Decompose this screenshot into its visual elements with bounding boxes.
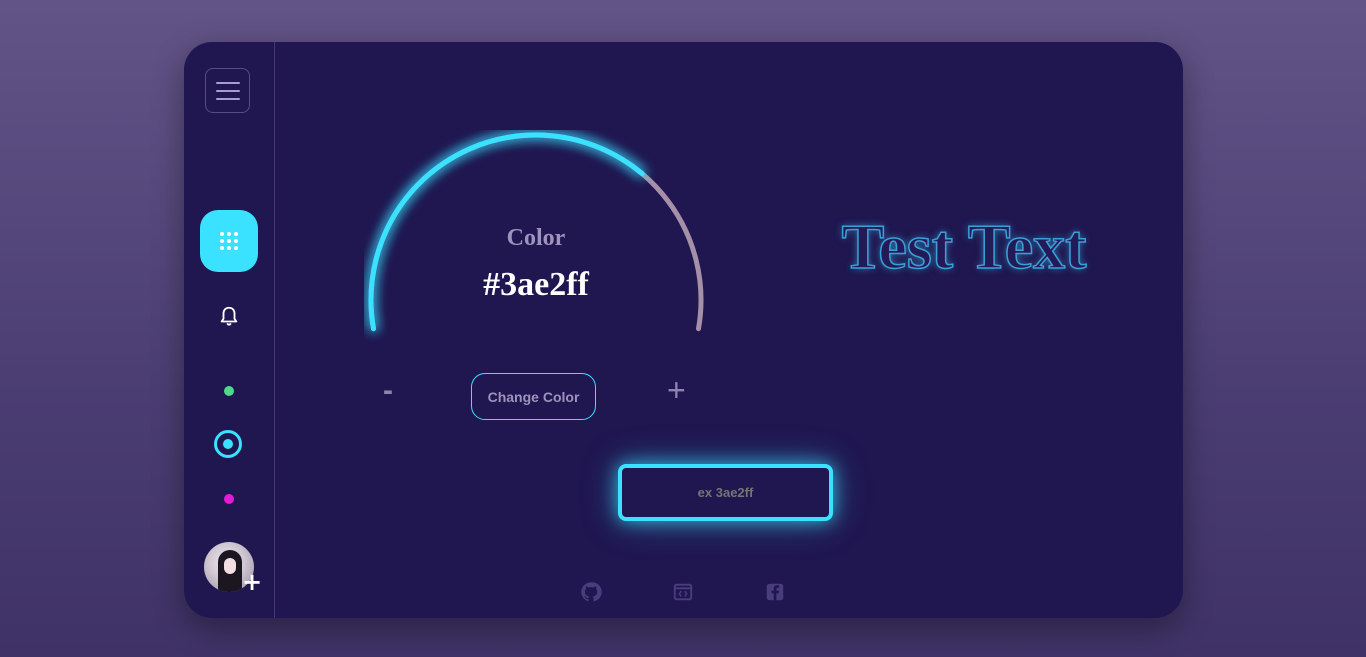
menu-icon-bar [215,89,240,92]
main-card: + Color #3ae2ff - + Change Color Test Te… [184,42,1183,618]
gauge-value: #3ae2ff [483,266,589,303]
add-account-icon[interactable]: + [242,570,262,594]
avatar-face [224,558,236,574]
github-icon[interactable] [580,581,602,603]
bell-icon[interactable] [218,305,240,327]
sidebar: + [184,42,275,618]
color-hex-input[interactable] [618,464,833,521]
menu-icon-bar [215,81,240,84]
facebook-icon[interactable] [764,581,786,603]
ring-dot-icon[interactable] [214,430,242,458]
apps-button[interactable] [200,210,258,272]
green-dot-icon[interactable] [224,386,234,396]
decrease-button[interactable]: - [383,376,393,406]
preview-text: Test Text [841,210,1087,283]
increase-button[interactable]: + [667,374,686,406]
change-color-button[interactable]: Change Color [471,373,596,420]
apps-grid-icon [220,232,238,250]
gauge-label: Color [506,225,566,251]
pink-dot-icon[interactable] [224,494,234,504]
code-window-icon[interactable] [672,581,694,603]
menu-button[interactable] [205,68,250,113]
menu-icon-bar [215,97,240,100]
